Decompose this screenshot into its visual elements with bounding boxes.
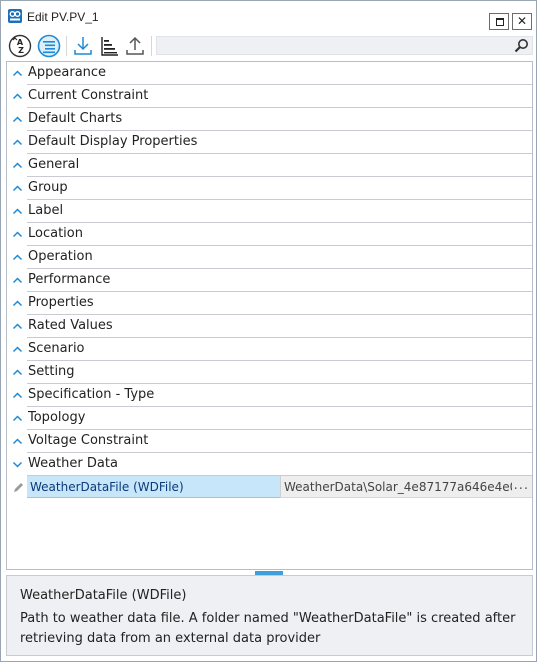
upload-icon bbox=[126, 36, 144, 55]
restore-button[interactable] bbox=[489, 13, 509, 30]
category-label: Current Constraint bbox=[28, 88, 149, 103]
category-location[interactable]: Location bbox=[7, 223, 532, 246]
chevron-up-icon[interactable] bbox=[12, 114, 23, 125]
chevron-up-icon[interactable] bbox=[12, 183, 23, 194]
category-label: Weather Data bbox=[28, 456, 118, 471]
title-bar[interactable]: Edit PV.PV_1 ✕ bbox=[1, 1, 536, 31]
category-label: Location bbox=[28, 226, 83, 241]
category-voltage-constraint[interactable]: Voltage Constraint bbox=[7, 430, 532, 453]
category-label: Operation bbox=[28, 249, 93, 264]
chevron-up-icon[interactable] bbox=[12, 436, 23, 447]
chevron-up-icon[interactable] bbox=[12, 367, 23, 378]
category-label: Topology bbox=[28, 410, 86, 425]
toolbar: A Z bbox=[6, 33, 533, 59]
sort-az-icon: A Z bbox=[8, 34, 32, 58]
property-value: WeatherData\Solar_4e87177a646e4e0aa bbox=[284, 480, 512, 494]
category-performance[interactable]: Performance bbox=[7, 269, 532, 292]
category-appearance[interactable]: Appearance bbox=[7, 62, 532, 85]
category-properties[interactable]: Properties bbox=[7, 292, 532, 315]
category-label: Group bbox=[28, 180, 68, 195]
category-label: Label bbox=[28, 203, 64, 218]
svg-text:Z: Z bbox=[18, 46, 24, 55]
category-label: Properties bbox=[28, 295, 94, 310]
category-group[interactable]: Group bbox=[7, 177, 532, 200]
chevron-up-icon[interactable] bbox=[12, 137, 23, 148]
category-specification-type[interactable]: Specification - Type bbox=[7, 384, 532, 407]
chevron-down-icon[interactable] bbox=[12, 459, 23, 470]
chevron-up-icon[interactable] bbox=[12, 344, 23, 355]
category-label: Scenario bbox=[28, 341, 85, 356]
chevron-up-icon[interactable] bbox=[12, 229, 23, 240]
download-icon bbox=[74, 37, 92, 55]
categorized-icon bbox=[37, 34, 61, 58]
category-operation[interactable]: Operation bbox=[7, 246, 532, 269]
toolbar-separator bbox=[151, 36, 152, 56]
search-box[interactable] bbox=[156, 36, 533, 55]
bar-list-icon bbox=[101, 37, 118, 56]
close-button[interactable]: ✕ bbox=[512, 13, 532, 30]
property-name[interactable]: WeatherDataFile (WDFile) bbox=[27, 476, 280, 498]
chevron-up-icon[interactable] bbox=[12, 68, 23, 79]
pencil-icon bbox=[14, 483, 23, 492]
chevron-up-icon[interactable] bbox=[12, 252, 23, 263]
category-label: Setting bbox=[28, 364, 75, 379]
category-weather-data[interactable]: Weather Data bbox=[7, 453, 532, 476]
categorized-view-button[interactable] bbox=[37, 33, 61, 59]
search-input[interactable] bbox=[161, 38, 505, 55]
edit-dialog-window: Edit PV.PV_1 ✕ A Z Appearance Current Co… bbox=[0, 0, 537, 662]
import-button[interactable] bbox=[71, 33, 95, 59]
chevron-up-icon[interactable] bbox=[12, 390, 23, 401]
category-label: Performance bbox=[28, 272, 111, 287]
category-topology[interactable]: Topology bbox=[7, 407, 532, 430]
description-panel: WeatherDataFile (WDFile) Path to weather… bbox=[6, 575, 533, 656]
window-title: Edit PV.PV_1 bbox=[27, 10, 99, 24]
category-default-charts[interactable]: Default Charts bbox=[7, 108, 532, 131]
chevron-up-icon[interactable] bbox=[12, 321, 23, 332]
close-icon: ✕ bbox=[516, 14, 528, 28]
chevron-up-icon[interactable] bbox=[12, 206, 23, 217]
category-general[interactable]: General bbox=[7, 154, 532, 177]
description-text: Path to weather data file. A folder name… bbox=[20, 611, 516, 646]
search-icon[interactable] bbox=[514, 38, 529, 53]
category-rated-values[interactable]: Rated Values bbox=[7, 315, 532, 338]
category-label-group[interactable]: Label bbox=[7, 200, 532, 223]
chevron-up-icon[interactable] bbox=[12, 160, 23, 171]
description-title: WeatherDataFile (WDFile) bbox=[20, 588, 187, 603]
sort-hierarchy-button[interactable] bbox=[98, 33, 122, 59]
chevron-up-icon[interactable] bbox=[12, 275, 23, 286]
chevron-up-icon[interactable] bbox=[12, 413, 23, 424]
category-label: Voltage Constraint bbox=[28, 433, 149, 448]
category-scenario[interactable]: Scenario bbox=[7, 338, 532, 361]
category-label: Specification - Type bbox=[28, 387, 155, 402]
chevron-up-icon[interactable] bbox=[12, 298, 23, 309]
property-row-weatherdatafile[interactable]: WeatherDataFile (WDFile) WeatherData\Sol… bbox=[7, 476, 532, 499]
property-grid: Appearance Current Constraint Default Ch… bbox=[6, 61, 533, 569]
category-label: Default Charts bbox=[28, 111, 123, 126]
toolbar-separator bbox=[66, 36, 67, 56]
export-button[interactable] bbox=[123, 33, 147, 59]
category-label: Rated Values bbox=[28, 318, 113, 333]
browse-ellipsis-button[interactable]: ... bbox=[514, 476, 529, 497]
category-current-constraint[interactable]: Current Constraint bbox=[7, 85, 532, 108]
restore-icon bbox=[496, 18, 504, 26]
category-label: General bbox=[28, 157, 80, 172]
category-label: Appearance bbox=[28, 65, 107, 80]
chevron-up-icon[interactable] bbox=[12, 91, 23, 102]
category-setting[interactable]: Setting bbox=[7, 361, 532, 384]
category-default-display-properties[interactable]: Default Display Properties bbox=[7, 131, 532, 154]
sort-alphabetical-button[interactable]: A Z bbox=[8, 33, 32, 59]
software-logo-icon bbox=[8, 9, 22, 23]
property-value-field[interactable]: WeatherData\Solar_4e87177a646e4e0aa ... bbox=[280, 476, 532, 498]
category-label: Default Display Properties bbox=[28, 134, 198, 149]
